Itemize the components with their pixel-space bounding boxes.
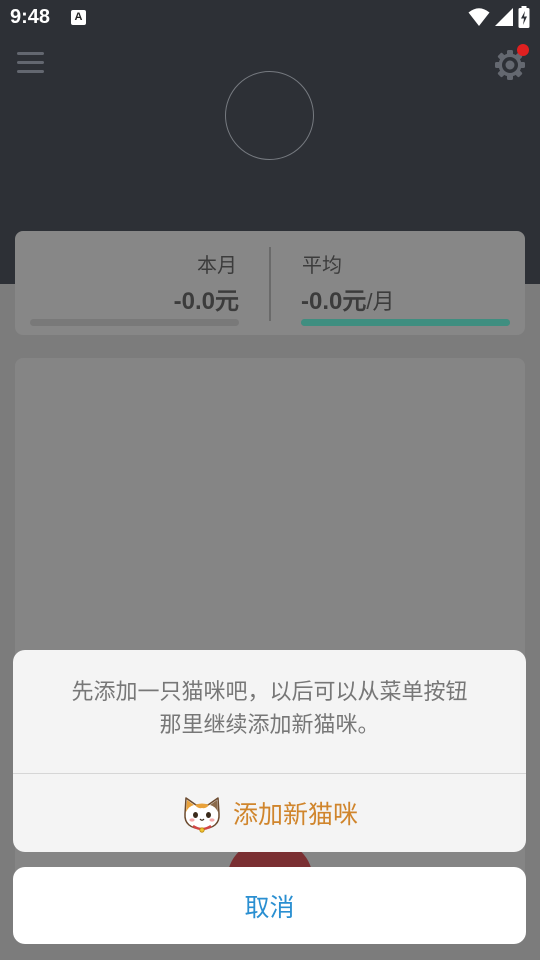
cancel-label: 取消: [244, 892, 295, 922]
this-month-label: 本月: [197, 253, 237, 277]
this-month-value: -0.0元: [173, 288, 239, 315]
cat-avatar-placeholder[interactable]: [225, 71, 314, 160]
add-new-cat-button[interactable]: 添加新猫咪: [13, 774, 526, 852]
app-screen: 9:48 A 本月 -0.0元 平均 -0.0元/月 先添加一只猫咪吧，以后可以…: [0, 0, 540, 960]
status-icons: [468, 5, 530, 29]
average-unit: /月: [366, 289, 395, 314]
cell-signal-icon: [495, 8, 513, 26]
average-progress-bar: [301, 319, 510, 326]
status-bar: 9:48 A: [0, 0, 540, 36]
cat-face-icon: [184, 797, 220, 833]
average-value: -0.0元/月: [301, 288, 395, 315]
this-month-progress-bar: [30, 319, 239, 326]
add-new-cat-label: 添加新猫咪: [232, 800, 358, 829]
notification-app-icon: A: [71, 10, 86, 25]
expense-summary-card: 本月 -0.0元 平均 -0.0元/月: [15, 231, 525, 335]
action-sheet-message: 先添加一只猫咪吧，以后可以从菜单按钮 那里继续添加新猫咪。: [71, 680, 468, 738]
hamburger-menu-icon[interactable]: [17, 52, 45, 78]
notification-dot: [517, 44, 529, 56]
status-time: 9:48: [10, 6, 51, 28]
cancel-button[interactable]: 取消: [13, 867, 526, 944]
wifi-icon: [468, 8, 490, 26]
summary-divider: [269, 247, 271, 321]
battery-charging-icon: [518, 6, 530, 28]
average-label: 平均: [302, 253, 342, 277]
add-cat-action-sheet: 先添加一只猫咪吧，以后可以从菜单按钮 那里继续添加新猫咪。 添加新猫咪: [13, 650, 526, 852]
